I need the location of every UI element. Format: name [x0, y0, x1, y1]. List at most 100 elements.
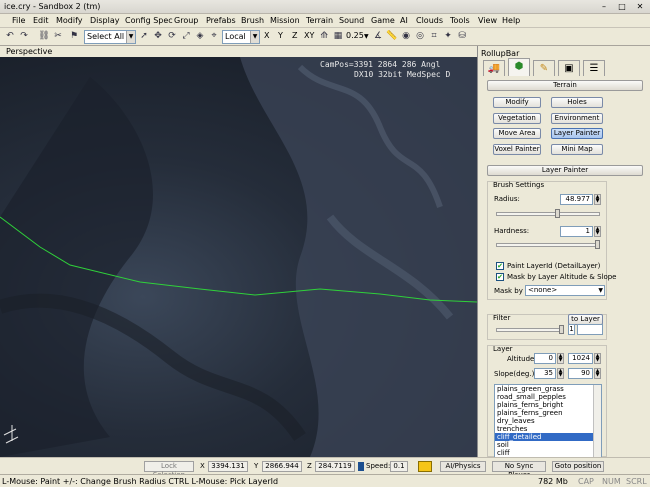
rotate-icon[interactable]: ⟳ [166, 30, 178, 43]
maximize-icon[interactable]: □ [614, 1, 630, 13]
no-sync-player-button[interactable]: No Sync Player [492, 461, 546, 479]
ruler-icon[interactable]: 📏 [386, 30, 398, 43]
angle-snap-icon[interactable]: ∡ [372, 30, 384, 43]
snap-to-object-icon[interactable]: ⌖ [208, 30, 220, 43]
hardness-field[interactable]: 1 [560, 226, 593, 237]
voxel-painter-button[interactable]: Voxel Painter [493, 144, 541, 155]
filter-icon[interactable]: ⚑ [68, 30, 80, 43]
undo-icon[interactable]: ↶ [4, 30, 16, 43]
modify-button[interactable]: Modify [493, 97, 541, 108]
z-coord-field[interactable]: 284.7119 [315, 461, 355, 472]
terrain-section-header[interactable]: Terrain [487, 80, 643, 91]
redo-icon[interactable]: ↷ [18, 30, 30, 43]
list-item[interactable]: road_small_pepples [495, 393, 601, 401]
speed-field[interactable]: 0.1 [390, 461, 408, 472]
slope-min-field[interactable]: 35 [534, 368, 556, 379]
y-coord-field[interactable]: 2866.944 [262, 461, 302, 472]
list-item-selected[interactable]: cliff_detailed [495, 433, 601, 441]
tab-display[interactable]: ▣ [558, 60, 580, 76]
list-item[interactable]: soil [495, 441, 601, 449]
scale-icon[interactable]: ⤢ [180, 30, 192, 43]
lock-selection-button[interactable]: Lock Selection [144, 461, 194, 479]
menu-clouds[interactable]: Clouds [416, 16, 443, 25]
hardness-spinner[interactable]: ▲ ▼ [594, 226, 601, 237]
selection-filter-dropdown[interactable]: Select All ▼ [84, 30, 136, 44]
menu-help[interactable]: Help [502, 16, 520, 25]
radius-spinner[interactable]: ▲ ▼ [594, 194, 601, 205]
camera-icon[interactable]: ⌗ [428, 30, 440, 43]
layer-painter-section-header[interactable]: Layer Painter [487, 165, 643, 176]
menu-ai[interactable]: AI [400, 16, 408, 25]
move-area-button[interactable]: Move Area [493, 128, 541, 139]
perspective-viewport[interactable]: CamPos=3391 2864 286 Angl DX10 32bit Med… [0, 57, 477, 457]
layer-painter-button[interactable]: Layer Painter [551, 128, 603, 139]
menu-file[interactable]: File [12, 16, 25, 25]
close-icon[interactable]: ✕ [632, 1, 648, 13]
menu-modify[interactable]: Modify [56, 16, 83, 25]
slope-max-spinner[interactable]: ▲ ▼ [594, 368, 601, 379]
altitude-min-spinner[interactable]: ▲ ▼ [557, 353, 564, 364]
axis-z-button[interactable]: Z [292, 31, 297, 40]
unlink-icon[interactable]: ✂ [52, 30, 64, 43]
holes-button[interactable]: Holes [551, 97, 603, 108]
snap-to-grid-icon[interactable]: ▦ [332, 30, 344, 43]
axis-y-button[interactable]: Y [278, 31, 283, 40]
list-scrollbar[interactable] [593, 385, 601, 457]
altitude-min-field[interactable]: 0 [534, 353, 556, 364]
filter-color-field[interactable] [577, 324, 603, 335]
menu-mission[interactable]: Mission [270, 16, 300, 25]
game-icon[interactable]: ✦ [442, 30, 454, 43]
menu-group[interactable]: Group [174, 16, 198, 25]
menu-game[interactable]: Game [371, 16, 395, 25]
physics-icon[interactable]: ◉ [400, 30, 412, 43]
menu-edit[interactable]: Edit [33, 16, 49, 25]
mask-by-altitude-checkbox[interactable]: ✔ [496, 273, 504, 281]
axis-xy-button[interactable]: XY [304, 31, 314, 40]
x-coord-field[interactable]: 3394.131 [208, 461, 248, 472]
paint-layerid-checkbox[interactable]: ✔ [496, 262, 504, 270]
speed-lock-icon[interactable] [358, 462, 364, 471]
list-item[interactable]: cliff [495, 449, 601, 457]
axis-x-button[interactable]: X [264, 31, 269, 40]
filter-slider-thumb[interactable] [559, 325, 564, 334]
altitude-max-spinner[interactable]: ▲ ▼ [594, 353, 601, 364]
menu-view[interactable]: View [478, 16, 497, 25]
minimize-icon[interactable]: – [596, 1, 612, 13]
radius-slider[interactable] [496, 209, 600, 218]
menu-tools[interactable]: Tools [450, 16, 470, 25]
layer-list[interactable]: plains_green_grass road_small_pepples pl… [494, 384, 602, 458]
goto-position-button[interactable]: Goto position [552, 461, 604, 472]
game-mode-icon[interactable] [418, 461, 432, 472]
tab-objects[interactable]: 🚚 [483, 60, 505, 76]
link-icon[interactable]: ⛓ [38, 30, 50, 43]
filter-value[interactable]: 1 [568, 324, 575, 335]
list-item[interactable]: dry_leaves [495, 417, 601, 425]
slope-min-spinner[interactable]: ▲ ▼ [557, 368, 564, 379]
chevron-down-icon[interactable]: ▼ [364, 33, 369, 40]
list-item[interactable]: plains_green_grass [495, 385, 601, 393]
environment-button[interactable]: Environment [551, 113, 603, 124]
db-icon[interactable]: ⛁ [456, 30, 468, 43]
list-item[interactable]: trenches [495, 425, 601, 433]
snap-value[interactable]: 0.25 [346, 31, 364, 40]
tab-modeling[interactable]: ✎ [533, 60, 555, 76]
vegetation-button[interactable]: Vegetation [493, 113, 541, 124]
tab-layers[interactable]: ☰ [583, 60, 605, 76]
altitude-max-field[interactable]: 1024 [568, 353, 593, 364]
menu-display[interactable]: Display [90, 16, 120, 25]
mask-by-dropdown[interactable]: <none> ▼ [525, 285, 605, 296]
tab-terrain[interactable]: ⬢ [508, 58, 530, 76]
select-cursor-icon[interactable]: ➚ [138, 30, 150, 43]
hardness-slider[interactable] [496, 240, 600, 249]
menu-sound[interactable]: Sound [339, 16, 364, 25]
menu-config-spec[interactable]: Config Spec [125, 16, 173, 25]
menu-terrain[interactable]: Terrain [306, 16, 333, 25]
list-item[interactable]: plains_ferns_bright [495, 401, 601, 409]
ai-physics-button[interactable]: AI/Physics [440, 461, 486, 472]
move-icon[interactable]: ✥ [152, 30, 164, 43]
menu-prefabs[interactable]: Prefabs [206, 16, 236, 25]
radius-slider-thumb[interactable] [555, 209, 560, 218]
ai-icon[interactable]: ◎ [414, 30, 426, 43]
select-terrain-icon[interactable]: ◈ [194, 30, 206, 43]
filter-slider[interactable] [496, 325, 564, 334]
